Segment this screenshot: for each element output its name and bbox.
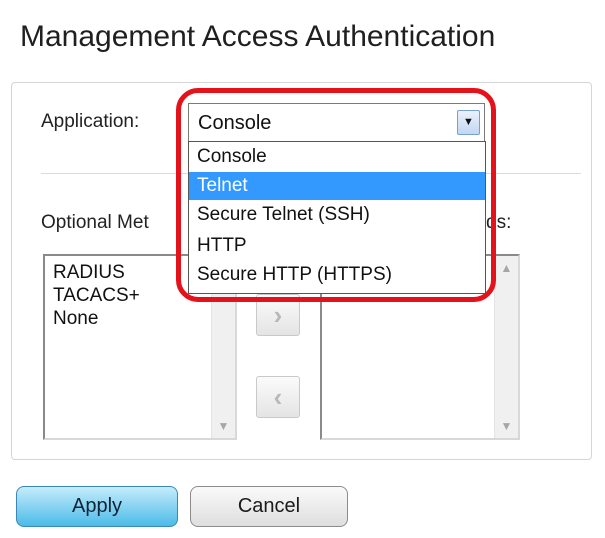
cancel-button[interactable]: Cancel — [190, 486, 348, 527]
chevron-right-icon: › — [273, 300, 283, 330]
list-item[interactable]: RADIUS — [53, 262, 125, 284]
page-title: Management Access Authentication — [20, 20, 496, 53]
move-left-button[interactable]: ‹ — [256, 376, 300, 418]
scroll-down-icon[interactable]: ▼ — [495, 418, 518, 434]
application-label: Application: — [41, 111, 140, 132]
annotation-highlight — [176, 88, 496, 302]
optional-methods-label: Optional Met — [41, 212, 149, 233]
list-item[interactable]: TACACS+ — [53, 285, 140, 307]
list-scrollbar[interactable]: ▲ ▼ — [494, 256, 518, 438]
scroll-down-icon[interactable]: ▼ — [212, 418, 235, 434]
scroll-up-icon[interactable]: ▲ — [495, 260, 518, 276]
list-item[interactable]: None — [53, 308, 98, 330]
chevron-left-icon: ‹ — [273, 382, 283, 412]
apply-button[interactable]: Apply — [16, 486, 178, 527]
